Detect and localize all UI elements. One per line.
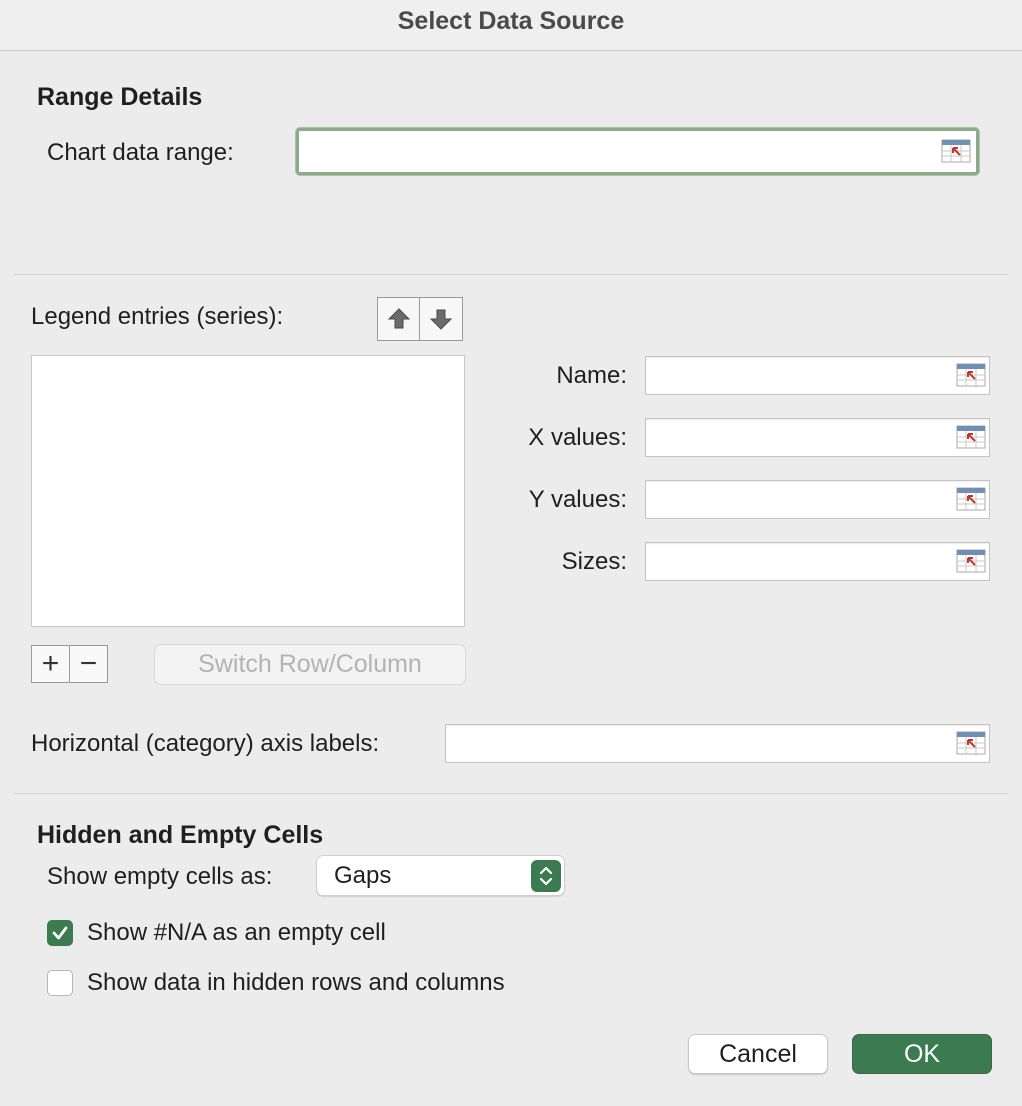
section-divider xyxy=(14,274,1008,275)
x-values-label: X values: xyxy=(528,424,627,451)
horizontal-axis-labels-label: Horizontal (category) axis labels: xyxy=(31,730,380,757)
add-series-button[interactable]: + xyxy=(32,646,69,682)
range-selector-icon[interactable] xyxy=(956,549,986,573)
series-add-remove: + − xyxy=(31,645,108,683)
horizontal-axis-labels-input[interactable] xyxy=(445,724,990,763)
ok-button[interactable]: OK xyxy=(852,1034,992,1074)
series-name-input[interactable] xyxy=(645,356,990,395)
section-divider xyxy=(14,793,1008,794)
show-hidden-data-checkbox[interactable] xyxy=(47,970,73,996)
y-values-input[interactable] xyxy=(645,480,990,519)
range-selector-icon[interactable] xyxy=(956,425,986,449)
show-empty-cells-value: Gaps xyxy=(334,862,392,889)
sizes-label: Sizes: xyxy=(561,548,627,575)
series-order-buttons xyxy=(377,297,463,341)
move-series-up-button[interactable] xyxy=(378,298,419,340)
range-selector-icon[interactable] xyxy=(956,363,986,387)
arrow-down-icon xyxy=(429,309,452,330)
show-empty-cells-select[interactable]: Gaps xyxy=(316,855,565,896)
x-values-input[interactable] xyxy=(645,418,990,457)
range-details-heading: Range Details xyxy=(37,83,203,111)
y-values-label: Y values: xyxy=(528,486,627,513)
checkmark-icon xyxy=(52,926,68,940)
dialog-title: Select Data Source xyxy=(397,7,625,35)
hidden-empty-cells-heading: Hidden and Empty Cells xyxy=(37,821,324,849)
move-series-down-button[interactable] xyxy=(419,298,461,340)
show-na-label: Show #N/A as an empty cell xyxy=(87,919,386,946)
range-selector-icon[interactable] xyxy=(956,487,986,511)
show-hidden-data-label: Show data in hidden rows and columns xyxy=(87,969,505,996)
select-arrows-icon xyxy=(531,860,561,892)
chart-data-range-input[interactable] xyxy=(296,128,979,175)
remove-series-button[interactable]: − xyxy=(69,646,107,682)
cancel-button[interactable]: Cancel xyxy=(688,1034,828,1074)
sizes-input[interactable] xyxy=(645,542,990,581)
series-list[interactable] xyxy=(31,355,465,627)
show-na-checkbox[interactable] xyxy=(47,920,73,946)
show-empty-cells-label: Show empty cells as: xyxy=(47,863,273,890)
range-selector-icon[interactable] xyxy=(956,731,986,755)
legend-entries-label: Legend entries (series): xyxy=(31,303,284,330)
arrow-up-icon xyxy=(387,308,410,329)
chart-data-range-label: Chart data range: xyxy=(47,139,234,166)
switch-row-column-button[interactable]: Switch Row/Column xyxy=(154,644,466,685)
series-name-label: Name: xyxy=(556,362,627,389)
range-selector-icon[interactable] xyxy=(941,139,971,163)
